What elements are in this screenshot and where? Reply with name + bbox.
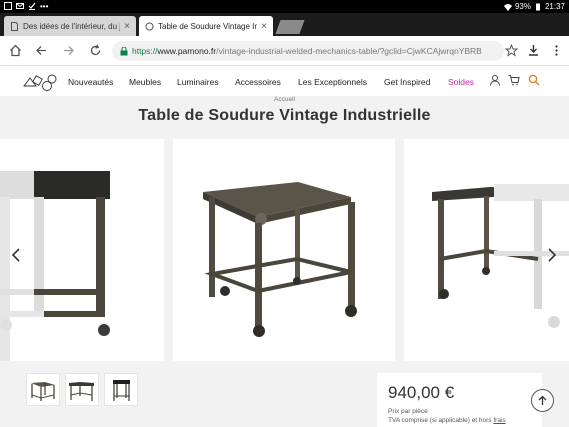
product-price: 940,00 € bbox=[388, 383, 455, 402]
star-icon bbox=[504, 43, 518, 57]
gallery-image-main[interactable] bbox=[173, 139, 395, 361]
close-tab-icon[interactable]: × bbox=[124, 21, 130, 32]
chevron-left-icon[interactable] bbox=[11, 248, 21, 265]
mail-notification-icon bbox=[16, 3, 24, 9]
nav-item-nouveautes[interactable]: Nouveautés bbox=[68, 77, 113, 87]
forward-button[interactable] bbox=[60, 42, 76, 58]
nav-item-luminaires[interactable]: Luminaires bbox=[177, 77, 219, 87]
nav-item-soldes[interactable]: Soldes bbox=[448, 77, 474, 87]
reload-icon bbox=[90, 44, 100, 55]
table-thumbnail bbox=[31, 382, 55, 401]
thumbnail-2[interactable] bbox=[65, 373, 99, 406]
back-button[interactable] bbox=[33, 42, 49, 58]
nav-item-accessoires[interactable]: Accessoires bbox=[235, 77, 281, 87]
tax-note-text: TVA comprise (si applicable) et hors bbox=[388, 417, 492, 424]
nav-item-exceptionnels[interactable]: Les Exceptionnels bbox=[298, 77, 367, 87]
clock: 21:37 bbox=[544, 2, 565, 11]
address-bar[interactable]: https://www.pamono.fr/vintage-industrial… bbox=[112, 41, 504, 61]
battery-icon bbox=[535, 3, 540, 10]
tab-title: Des idées de l'intérieur, du jo bbox=[23, 21, 121, 31]
loading-icon bbox=[145, 22, 154, 30]
url-scheme: https:// bbox=[132, 46, 158, 56]
close-tab-icon[interactable]: × bbox=[261, 21, 267, 32]
price-unit: Prix par pièce bbox=[388, 408, 428, 415]
search-icon[interactable] bbox=[528, 74, 540, 86]
tab-active[interactable]: Table de Soudure Vintage In × bbox=[139, 16, 273, 36]
browser-toolbar: https://www.pamono.fr/vintage-industrial… bbox=[0, 36, 569, 66]
url-host: www.pamono.fr bbox=[157, 46, 217, 56]
lock-icon bbox=[120, 46, 128, 55]
tab-strip: Des idées de l'intérieur, du jo × Table … bbox=[0, 13, 569, 36]
thumbnail-1[interactable] bbox=[26, 373, 60, 406]
new-tab-button[interactable] bbox=[275, 20, 305, 34]
image-notification-icon bbox=[4, 2, 12, 10]
thumbnail-3[interactable] bbox=[104, 373, 138, 406]
page-icon bbox=[11, 21, 18, 31]
tab-title: Table de Soudure Vintage In bbox=[158, 21, 258, 31]
menu-icon bbox=[554, 44, 558, 56]
download-button[interactable] bbox=[525, 42, 541, 58]
status-right: 93% 21:37 bbox=[503, 2, 565, 11]
download-done-icon bbox=[28, 2, 36, 10]
page-title: Table de Soudure Vintage Industrielle bbox=[138, 107, 431, 124]
scroll-to-top-button[interactable] bbox=[531, 389, 554, 412]
breadcrumb[interactable]: Accueil bbox=[0, 96, 569, 103]
table-photo bbox=[432, 184, 569, 328]
arrow-up-icon bbox=[538, 395, 547, 405]
battery-percentage: 93% bbox=[514, 2, 531, 11]
price-box: 940,00 € Prix par pièce TVA comprise (si… bbox=[377, 373, 542, 427]
nav-item-meubles[interactable]: Meubles bbox=[129, 77, 161, 87]
gallery-image-prev[interactable] bbox=[0, 139, 164, 361]
menu-button[interactable] bbox=[548, 42, 564, 58]
forward-icon bbox=[63, 45, 74, 55]
more-notifications-icon: ••• bbox=[40, 2, 49, 11]
table-thumbnail bbox=[113, 380, 130, 401]
status-bar: ••• 93% 21:37 bbox=[0, 0, 569, 13]
cart-icon[interactable] bbox=[508, 74, 520, 86]
tax-note: TVA comprise (si applicable) et hors fra… bbox=[388, 417, 506, 424]
url-path: /vintage-industrial-welded-mechanics-tab… bbox=[216, 46, 482, 56]
shipping-link[interactable]: frais bbox=[493, 417, 505, 424]
bookmark-button[interactable] bbox=[503, 42, 519, 58]
tab-inactive[interactable]: Des idées de l'intérieur, du jo × bbox=[4, 16, 136, 36]
table-photo bbox=[203, 182, 357, 337]
pamono-logo[interactable] bbox=[22, 72, 60, 92]
site-nav: Nouveautés Meubles Luminaires Accessoire… bbox=[0, 66, 569, 96]
reload-button[interactable] bbox=[87, 42, 103, 58]
table-photo bbox=[0, 171, 110, 361]
chevron-right-icon[interactable] bbox=[547, 248, 557, 265]
home-button[interactable] bbox=[7, 42, 23, 58]
wifi-icon bbox=[503, 3, 512, 11]
nav-item-get-inspired[interactable]: Get Inspired bbox=[384, 77, 430, 87]
gallery-image-next[interactable] bbox=[404, 139, 569, 361]
download-icon bbox=[528, 44, 538, 56]
notification-icons: ••• bbox=[4, 2, 48, 11]
back-icon bbox=[35, 45, 46, 55]
user-icon[interactable] bbox=[489, 74, 501, 86]
home-icon bbox=[9, 44, 21, 56]
table-thumbnail bbox=[69, 382, 94, 401]
